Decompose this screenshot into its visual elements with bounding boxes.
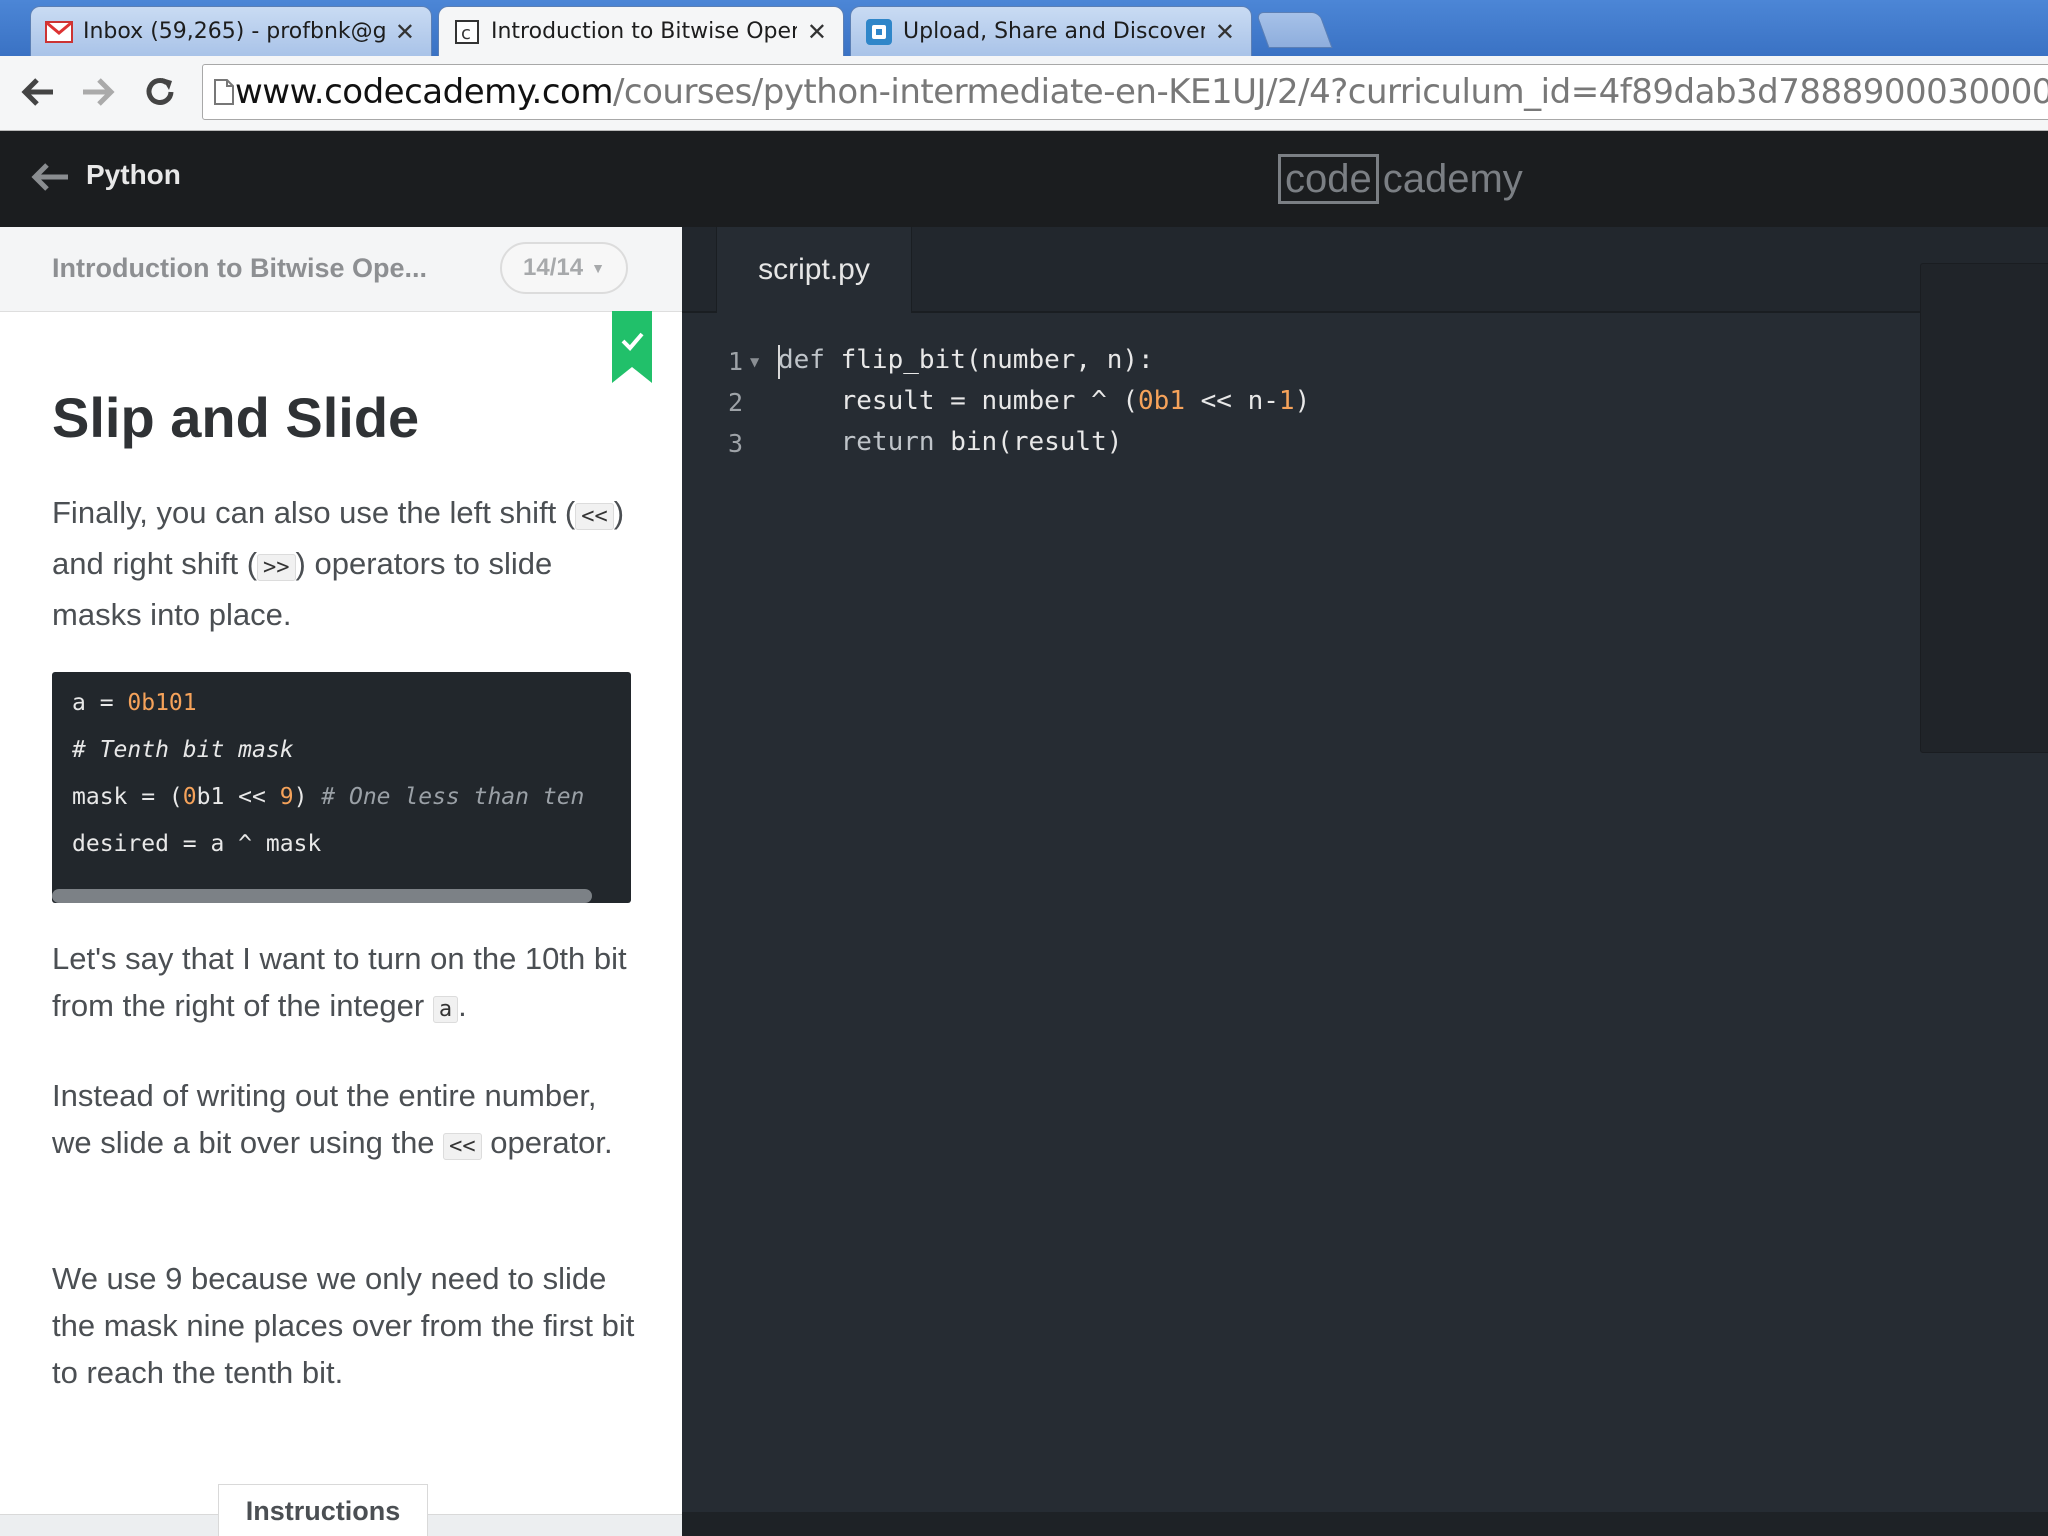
arrow-left-icon — [21, 78, 53, 106]
address-bar[interactable]: www.codecademy.com/courses/python-interm… — [202, 64, 2048, 120]
text-cursor — [778, 345, 780, 379]
back-button[interactable] — [16, 70, 60, 114]
lesson-paragraph: Instead of writing out the entire number… — [52, 1078, 613, 1160]
fold-arrow-icon[interactable]: ▼ — [750, 355, 759, 369]
code-line: mask = (0b1 << 9) # One less than ten — [72, 784, 585, 810]
line-number: 2 — [728, 388, 744, 417]
code-block-scrollbar[interactable] — [52, 889, 592, 903]
completed-bookmark-icon — [612, 311, 652, 383]
code-line[interactable]: def flip_bit(number, n): — [778, 345, 1154, 375]
arrow-right-icon — [83, 78, 115, 106]
svg-text:c: c — [461, 23, 471, 44]
codecademy-logo[interactable]: code cademy — [1278, 153, 1523, 205]
gmail-icon — [45, 18, 73, 46]
forward-button[interactable] — [76, 70, 120, 114]
lesson-paragraph: Finally, you can also use the left shift… — [52, 495, 625, 632]
arrow-left-icon — [31, 163, 68, 191]
lesson-name: Introduction to Bitwise Ope... — [52, 253, 427, 283]
reload-button[interactable] — [138, 70, 182, 114]
tab-title: Inbox (59,265) - profbnk@gr — [83, 19, 385, 44]
code-editor[interactable]: script.py 1 ▼ 2 3 def flip_bit(number, n… — [682, 227, 2048, 1536]
editor-tab-bar: script.py — [682, 227, 2048, 313]
lesson-header: Introduction to Bitwise Ope... 14/14 ▼ — [0, 227, 682, 312]
exercise-title: Slip and Slide — [52, 386, 420, 449]
lesson-paragraph: We use 9 because we only need to slide t… — [52, 1261, 635, 1390]
new-tab-button[interactable] — [1255, 12, 1333, 48]
caret-down-icon: ▼ — [591, 260, 605, 276]
editor-side-panel — [1920, 263, 2048, 753]
file-tab-script[interactable]: script.py — [716, 227, 912, 313]
codecademy-header: Python code cademy — [0, 131, 2048, 227]
codecademy-favicon: c — [453, 18, 481, 46]
browser-toolbar: www.codecademy.com/courses/python-interm… — [0, 56, 2048, 131]
close-tab-icon[interactable]: ✕ — [395, 18, 415, 46]
tab-title: Upload, Share and Discover F — [903, 19, 1205, 44]
code-line: # Tenth bit mask — [72, 737, 294, 763]
browser-tabstrip: Inbox (59,265) - profbnk@gr ✕ c Introduc… — [0, 0, 2048, 56]
page-icon — [213, 78, 235, 106]
exercise-progress-dropdown[interactable]: 14/14 ▼ — [500, 242, 628, 294]
browser-tab-upload[interactable]: Upload, Share and Discover F ✕ — [850, 6, 1252, 56]
url-text: www.codecademy.com/courses/python-interm… — [235, 72, 2048, 112]
close-tab-icon[interactable]: ✕ — [1215, 18, 1235, 46]
line-number: 3 — [728, 429, 744, 458]
browser-tab-codecademy[interactable]: c Introduction to Bitwise Opera ✕ — [438, 6, 844, 56]
instructions-tab[interactable]: Instructions — [218, 1484, 428, 1536]
upload-site-favicon — [865, 18, 893, 46]
code-line: a = 0b101 — [72, 690, 197, 716]
browser-tab-gmail[interactable]: Inbox (59,265) - profbnk@gr ✕ — [30, 6, 432, 56]
reload-icon — [146, 78, 174, 105]
lesson-panel: Introduction to Bitwise Ope... 14/14 ▼ Sl… — [0, 227, 682, 1536]
editor-bottom-bar — [682, 1512, 2048, 1536]
course-name[interactable]: Python — [86, 159, 181, 191]
code-line[interactable]: return bin(result) — [778, 427, 1123, 457]
lesson-paragraph: Let's say that I want to turn on the 10t… — [52, 941, 627, 1023]
code-line[interactable]: result = number ^ (0b1 << n-1) — [778, 386, 1311, 416]
code-line: desired = a ^ mask — [72, 831, 322, 857]
back-to-course-button[interactable] — [30, 161, 70, 193]
example-code-block: a = 0b101 # Tenth bit mask mask = (0b1 <… — [52, 672, 631, 903]
tab-title: Introduction to Bitwise Opera — [491, 19, 797, 44]
close-tab-icon[interactable]: ✕ — [807, 18, 827, 46]
